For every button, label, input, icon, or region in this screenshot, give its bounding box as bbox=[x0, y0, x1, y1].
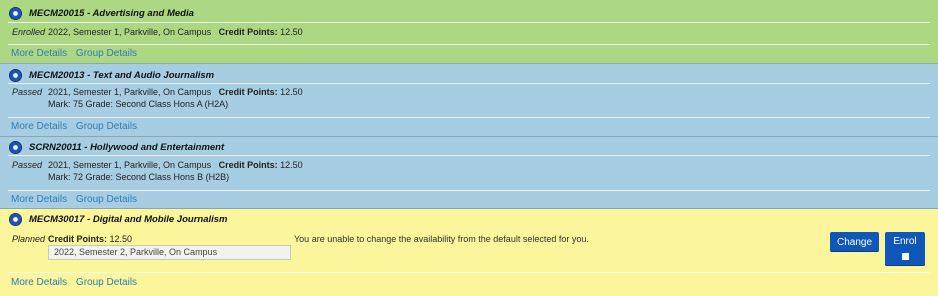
subject-title: SCRN20011 - Hollywood and Entertainment bbox=[29, 141, 225, 153]
availability-text: 2022, Semester 1, Parkville, On Campus bbox=[48, 27, 212, 37]
more-details-link[interactable]: More Details bbox=[11, 121, 67, 132]
subject-links: More Details Group Details bbox=[11, 48, 143, 59]
subject-header: MECM20013 - Text and Audio Journalism bbox=[10, 68, 214, 82]
subject-header: SCRN20011 - Hollywood and Entertainment bbox=[10, 140, 224, 154]
subject-card-scrn20011: SCRN20011 - Hollywood and Entertainment … bbox=[0, 137, 938, 208]
subject-card-mecm30017: MECM30017 - Digital and Mobile Journalis… bbox=[0, 209, 938, 296]
subject-details: 2021, Semester 1, Parkville, On Campus C… bbox=[48, 160, 303, 170]
subject-status: Enrolled bbox=[12, 27, 46, 37]
more-details-link[interactable]: More Details bbox=[11, 48, 67, 59]
bullet-icon bbox=[10, 141, 21, 153]
subject-status: Passed bbox=[12, 160, 43, 170]
group-details-link[interactable]: Group Details bbox=[76, 194, 137, 205]
credit-points-label: Credit Points: bbox=[218, 27, 278, 37]
credit-points-value: 12.50 bbox=[109, 234, 133, 244]
subject-title: MECM30017 - Digital and Mobile Journalis… bbox=[29, 213, 228, 225]
group-details-link[interactable]: Group Details bbox=[76, 121, 137, 132]
group-details-link[interactable]: Group Details bbox=[76, 48, 137, 59]
divider bbox=[8, 44, 930, 45]
subject-details: 2021, Semester 1, Parkville, On Campus C… bbox=[48, 87, 303, 97]
more-details-link[interactable]: More Details bbox=[11, 277, 67, 288]
availability-text: 2021, Semester 1, Parkville, On Campus bbox=[48, 160, 212, 170]
availability-select[interactable]: 2022, Semester 2, Parkville, On Campus bbox=[48, 245, 291, 260]
credit-points-label: Credit Points: bbox=[218, 160, 278, 170]
subject-credit: Credit Points: 12.50 bbox=[48, 234, 132, 244]
subject-mark: Mark: 72 Grade: Second Class Hons B (H2B… bbox=[48, 172, 230, 182]
enrol-label: Enrol bbox=[893, 236, 917, 247]
subject-title: MECM20015 - Advertising and Media bbox=[29, 7, 194, 19]
subject-links: More Details Group Details bbox=[11, 277, 143, 288]
subject-header: MECM30017 - Digital and Mobile Journalis… bbox=[10, 212, 227, 226]
credit-points-value: 12.50 bbox=[280, 87, 303, 97]
credit-points-label: Credit Points: bbox=[48, 234, 108, 244]
credit-points-value: 12.50 bbox=[280, 160, 303, 170]
subject-header: MECM20015 - Advertising and Media bbox=[10, 6, 194, 20]
subject-title: MECM20013 - Text and Audio Journalism bbox=[29, 69, 215, 81]
divider bbox=[8, 190, 930, 191]
group-details-link[interactable]: Group Details bbox=[76, 277, 137, 288]
credit-points-label: Credit Points: bbox=[218, 87, 278, 97]
divider bbox=[8, 155, 930, 156]
availability-message: You are unable to change the availabilit… bbox=[294, 234, 589, 244]
divider bbox=[8, 22, 930, 23]
subject-status: Passed bbox=[12, 87, 43, 97]
divider bbox=[8, 83, 930, 84]
enrol-button[interactable]: Enrol bbox=[885, 232, 925, 266]
subject-links: More Details Group Details bbox=[11, 194, 143, 205]
bullet-icon bbox=[10, 213, 21, 225]
change-button[interactable]: Change bbox=[830, 232, 879, 252]
subject-card-mecm20013: MECM20013 - Text and Audio Journalism Pa… bbox=[0, 64, 938, 136]
subject-card-mecm20015: MECM20015 - Advertising and Media Enroll… bbox=[0, 0, 938, 63]
bullet-icon bbox=[10, 69, 21, 81]
more-details-link[interactable]: More Details bbox=[11, 194, 67, 205]
subject-links: More Details Group Details bbox=[11, 121, 143, 132]
subject-details: 2022, Semester 1, Parkville, On Campus C… bbox=[48, 27, 303, 37]
divider bbox=[8, 117, 930, 118]
bullet-icon bbox=[10, 7, 21, 19]
availability-text: 2021, Semester 1, Parkville, On Campus bbox=[48, 87, 212, 97]
divider bbox=[8, 272, 930, 273]
checkbox-icon bbox=[901, 253, 909, 260]
subject-mark: Mark: 75 Grade: Second Class Hons A (H2A… bbox=[48, 99, 229, 109]
credit-points-value: 12.50 bbox=[280, 27, 303, 37]
subject-status: Planned bbox=[12, 234, 46, 244]
